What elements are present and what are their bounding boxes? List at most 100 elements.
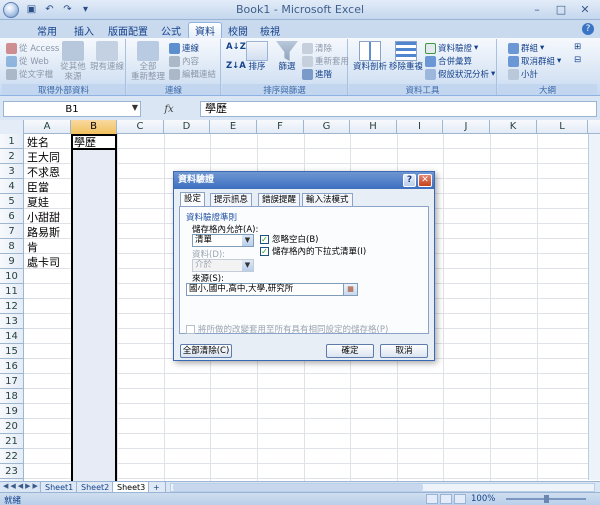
- dialog-tab-error-alert[interactable]: 錯誤提醒: [258, 193, 301, 207]
- column-header-b[interactable]: B: [71, 120, 117, 134]
- subtotal-button[interactable]: 小計: [508, 68, 538, 80]
- range-picker-icon[interactable]: ▦: [343, 284, 357, 295]
- page-layout-view-icon[interactable]: [440, 494, 452, 504]
- name-box[interactable]: B1 ▼: [3, 101, 141, 117]
- row-header[interactable]: 9: [0, 254, 24, 269]
- zoom-slider-thumb[interactable]: [544, 495, 549, 503]
- existing-connections-button[interactable]: 現有連線: [90, 41, 124, 72]
- column-header-l[interactable]: L: [537, 120, 588, 134]
- normal-view-icon[interactable]: [426, 494, 438, 504]
- tab-data[interactable]: 資料: [188, 22, 222, 38]
- cell-a4[interactable]: 臣當: [27, 180, 49, 195]
- dialog-close-icon[interactable]: ✕: [418, 174, 432, 187]
- sort-button[interactable]: 排序: [244, 41, 270, 72]
- column-header-k[interactable]: K: [490, 120, 537, 134]
- help-icon[interactable]: ?: [582, 23, 594, 35]
- filter-button[interactable]: 篩選: [274, 41, 300, 72]
- tab-review[interactable]: 校閱: [224, 22, 252, 38]
- properties-button[interactable]: 內容: [169, 55, 199, 67]
- column-header-d[interactable]: D: [164, 120, 210, 134]
- column-header-e[interactable]: E: [210, 120, 257, 134]
- connections-button[interactable]: 連線: [169, 42, 199, 54]
- dialog-help-icon[interactable]: ?: [403, 174, 416, 187]
- clear-all-button[interactable]: 全部清除(C): [180, 344, 232, 358]
- apply-all-checkbox[interactable]: 將所做的改變套用至所有具有相同設定的儲存格(P): [186, 323, 388, 335]
- cell-a8[interactable]: 肯: [27, 240, 38, 255]
- reapply-button[interactable]: 重新套用: [302, 55, 349, 67]
- row-header[interactable]: 2: [0, 149, 24, 164]
- dialog-tab-ime-mode[interactable]: 輸入法模式: [302, 193, 353, 207]
- vertical-scrollbar[interactable]: [588, 134, 600, 480]
- ignore-blank-checkbox[interactable]: ✓ 忽略空白(B): [260, 233, 318, 245]
- tab-formulas[interactable]: 公式: [156, 22, 186, 38]
- group-button[interactable]: 群組 ▾: [508, 42, 544, 54]
- dialog-tab-input-message[interactable]: 提示訊息: [210, 193, 253, 207]
- row-header[interactable]: 19: [0, 404, 24, 419]
- ungroup-button[interactable]: 取消群組 ▾: [508, 55, 561, 67]
- horizontal-scrollbar[interactable]: [170, 483, 595, 492]
- page-break-view-icon[interactable]: [454, 494, 466, 504]
- sort-descending-button[interactable]: Z↓A: [226, 61, 246, 71]
- chevron-down-icon[interactable]: ▼: [132, 103, 138, 112]
- from-other-sources-button[interactable]: 從其他 來源: [58, 41, 88, 82]
- tab-view[interactable]: 檢視: [256, 22, 284, 38]
- from-access-button[interactable]: 從 Access: [6, 42, 59, 54]
- cell-a7[interactable]: 路易斯: [27, 225, 60, 240]
- column-header-a[interactable]: A: [24, 120, 71, 134]
- row-header[interactable]: 17: [0, 374, 24, 389]
- cell-a6[interactable]: 小甜甜: [27, 210, 60, 225]
- column-header-c[interactable]: C: [117, 120, 164, 134]
- tab-insert[interactable]: 插入: [68, 22, 100, 38]
- row-header[interactable]: 11: [0, 284, 24, 299]
- row-header[interactable]: 14: [0, 329, 24, 344]
- row-header[interactable]: 15: [0, 344, 24, 359]
- minimize-button[interactable]: –: [526, 2, 548, 17]
- row-header[interactable]: 16: [0, 359, 24, 374]
- data-validation-button[interactable]: 資料驗證 ▾: [425, 42, 478, 54]
- zoom-level[interactable]: 100%: [471, 494, 495, 504]
- chevron-down-icon[interactable]: ▼: [242, 235, 253, 246]
- what-if-analysis-button[interactable]: 假設狀況分析 ▾: [425, 68, 495, 80]
- source-input[interactable]: 國小,國中,高中,大學,研究所 ▦: [186, 283, 358, 296]
- row-header[interactable]: 1: [0, 134, 24, 149]
- row-header[interactable]: 22: [0, 449, 24, 464]
- advanced-filter-button[interactable]: 進階: [302, 68, 332, 80]
- refresh-all-button[interactable]: 全部 重新整理: [131, 41, 165, 82]
- close-button[interactable]: ✕: [574, 2, 596, 17]
- maximize-button[interactable]: □: [550, 2, 572, 17]
- cell-a3[interactable]: 不求恩: [27, 165, 60, 180]
- function-icon[interactable]: fx: [164, 104, 173, 115]
- dialog-tab-settings[interactable]: 設定: [180, 192, 206, 207]
- column-header-j[interactable]: J: [443, 120, 490, 134]
- consolidate-button[interactable]: 合併彙算: [425, 55, 472, 67]
- column-header-g[interactable]: G: [304, 120, 350, 134]
- clear-button[interactable]: 清除: [302, 42, 332, 54]
- row-header[interactable]: 21: [0, 434, 24, 449]
- sort-ascending-button[interactable]: A↓Z: [226, 42, 246, 52]
- cell-a9[interactable]: 處卡司: [27, 255, 60, 270]
- cell-a1[interactable]: 姓名: [27, 135, 49, 150]
- cell-a5[interactable]: 夏娃: [27, 195, 49, 210]
- row-header[interactable]: 6: [0, 209, 24, 224]
- row-header[interactable]: 13: [0, 314, 24, 329]
- cancel-button[interactable]: 取消: [380, 344, 428, 358]
- hide-detail-icon[interactable]: ⊟: [574, 55, 581, 65]
- allow-select[interactable]: 清單 ▼: [192, 234, 254, 247]
- show-detail-icon[interactable]: ⊞: [574, 42, 581, 52]
- row-header[interactable]: 5: [0, 194, 24, 209]
- row-header[interactable]: 4: [0, 179, 24, 194]
- ok-button[interactable]: 確定: [326, 344, 374, 358]
- column-header-f[interactable]: F: [257, 120, 304, 134]
- from-text-button[interactable]: 從文字檔: [6, 68, 53, 80]
- tab-page-layout[interactable]: 版面配置: [103, 22, 153, 38]
- column-header-h[interactable]: H: [350, 120, 397, 134]
- cell-b1[interactable]: 學歷: [74, 135, 96, 150]
- row-header[interactable]: 3: [0, 164, 24, 179]
- cell-a2[interactable]: 王大同: [27, 150, 60, 165]
- row-header[interactable]: 20: [0, 419, 24, 434]
- row-header[interactable]: 23: [0, 464, 24, 479]
- column-header-i[interactable]: I: [397, 120, 443, 134]
- row-header[interactable]: 8: [0, 239, 24, 254]
- select-all-corner[interactable]: [0, 120, 24, 134]
- text-to-columns-button[interactable]: 資料剖析: [353, 41, 387, 72]
